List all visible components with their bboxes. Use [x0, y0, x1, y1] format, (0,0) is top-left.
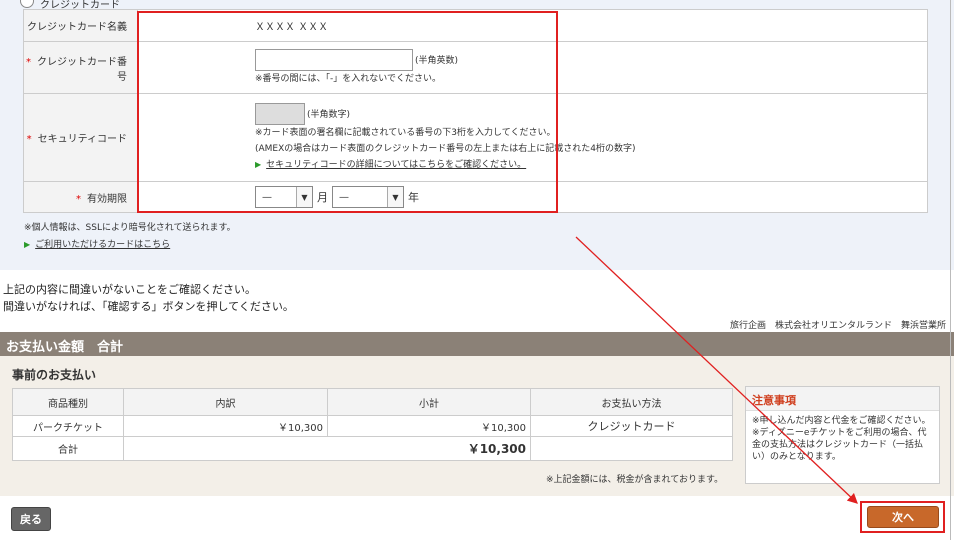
row-payment-method: クレジットカード	[530, 415, 733, 437]
card-number-label: * クレジットカード番号	[23, 41, 138, 94]
arrow-right-icon: ▶	[24, 240, 31, 249]
tax-note: ※上記金額には、税金が含まれております。	[546, 475, 724, 485]
expiry-label: * 有効期限	[23, 181, 138, 213]
confirm-text-1: 上記の内容に間違いがないことをご確認ください。	[3, 283, 256, 296]
table-row: パークチケット ￥10,300 ￥10,300 クレジットカード	[12, 415, 733, 437]
notice-box: 注意事項 ※申し込んだ内容と代金をご確認ください。 ※ディズニーeチケットをご利…	[745, 386, 940, 484]
col-product-type: 商品種別	[12, 388, 124, 416]
total-label: 合計	[12, 436, 124, 461]
company-name: 旅行企画 株式会社オリエンタルランド 舞浜営業所	[729, 321, 946, 331]
notice-text-2: ※ディズニーeチケットをご利用の場合、代金の支払方法はクレジットカード（一括払い…	[752, 428, 927, 462]
next-highlight-box	[860, 501, 945, 533]
total-row: 合計 ￥10,300	[12, 436, 733, 461]
available-cards-link[interactable]: ご利用いただけるカードはこちら	[35, 240, 170, 250]
total-value: ￥10,300	[123, 436, 531, 461]
row-subtotal: ￥10,300	[327, 415, 531, 437]
prepayment-title: 事前のお支払い	[12, 368, 97, 382]
row-detail: ￥10,300	[123, 415, 328, 437]
back-button[interactable]: 戻る	[11, 507, 51, 531]
payment-table: 商品種別 内訳 小計 お支払い方法 パークチケット ￥10,300 ￥10,30…	[12, 388, 733, 461]
payment-total-header: お支払い金額 合計	[0, 332, 954, 356]
col-subtotal: 小計	[327, 388, 531, 416]
security-code-label: * セキュリティコード	[23, 93, 138, 182]
page-border	[950, 0, 951, 540]
notice-text-1: ※申し込んだ内容と代金をご確認ください。	[752, 416, 931, 426]
ssl-note: ※個人情報は、SSLにより暗号化されて送られます。	[24, 223, 236, 233]
col-payment-method: お支払い方法	[530, 388, 733, 416]
card-name-label: クレジットカード名義	[23, 9, 138, 42]
form-highlight-box	[137, 11, 558, 213]
row-product-type: パークチケット	[12, 415, 124, 437]
notice-title: 注意事項	[746, 387, 939, 411]
confirm-text-2: 間違いがなければ、「確認する」ボタンを押してください。	[3, 300, 294, 313]
col-detail: 内訳	[123, 388, 328, 416]
